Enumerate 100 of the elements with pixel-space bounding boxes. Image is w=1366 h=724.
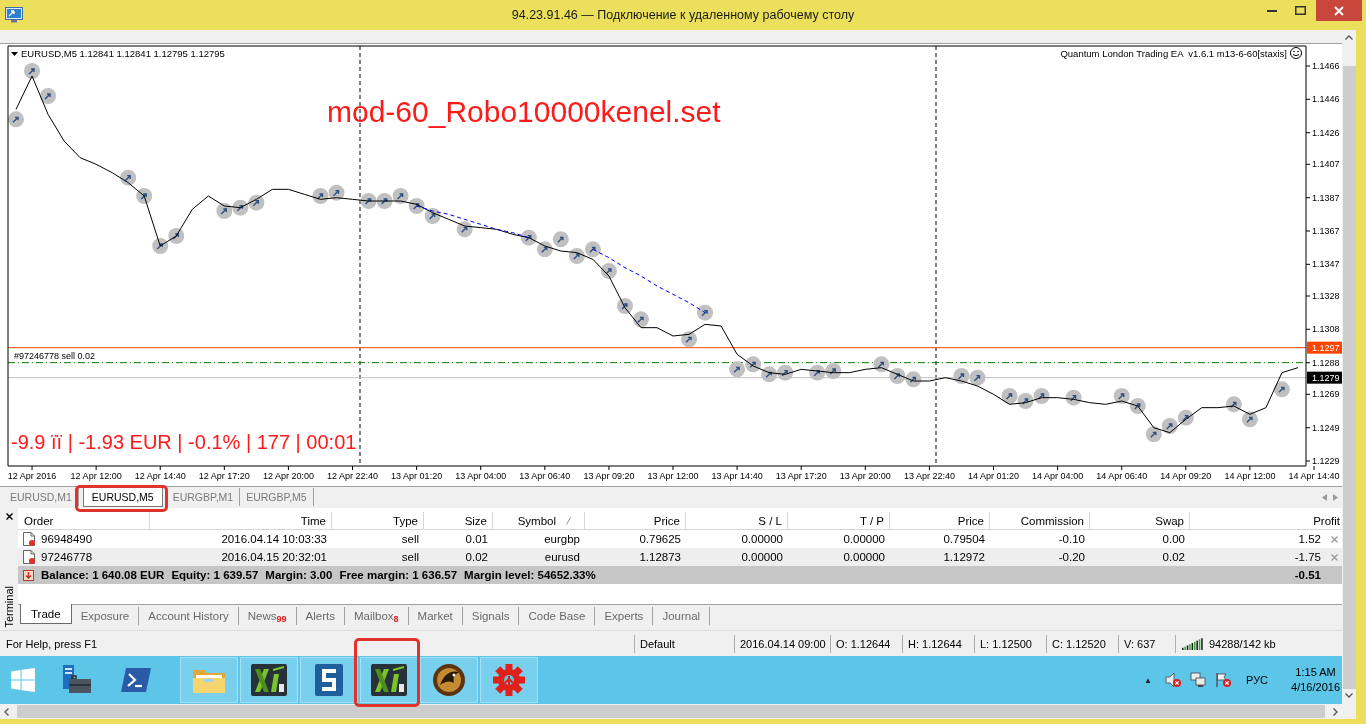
tab[interactable]: Trade [20, 604, 72, 624]
panel-title: Terminal [3, 586, 15, 628]
taskbar-button[interactable] [240, 657, 298, 703]
column-header[interactable]: Profit [1313, 514, 1340, 527]
close-icon[interactable] [5, 513, 13, 520]
trade-marker [520, 229, 537, 246]
scroll-up-icon[interactable] [1345, 35, 1353, 40]
status-text: 2016.04.14 09:00 [734, 634, 830, 653]
table-cell-text: sell [400, 533, 420, 545]
clock-time: 1:15 AM [1295, 665, 1336, 680]
price-label: 1.1407 [1312, 159, 1340, 170]
trade-marker [376, 193, 393, 209]
close-button[interactable] [1316, 0, 1362, 21]
trade-marker [1065, 389, 1082, 406]
column-header[interactable]: Price [653, 514, 680, 527]
time-label: 13 Apr 14:40 [711, 471, 763, 481]
gear-icon [492, 663, 526, 697]
tab[interactable]: Journal [653, 607, 711, 625]
trade-marker [729, 361, 746, 378]
remote-desktop-icon [5, 7, 23, 23]
dropdown-triangle-icon[interactable] [11, 52, 18, 56]
column-header[interactable]: Type [393, 514, 418, 527]
command-prompt-icon [121, 667, 151, 693]
tray-expand-button[interactable]: ▲ [1140, 675, 1157, 685]
table-cell: 96948490 [41, 533, 93, 545]
table-cell-text: 0.00000 [740, 533, 784, 545]
trade-marker [152, 238, 169, 254]
taskbar-button[interactable] [420, 657, 478, 703]
window-title: 94.23.91.46 — Подключение к удаленному рабочему столу [511, 8, 855, 22]
balance-icon [23, 569, 34, 581]
table-cell-text: -0.10 [1057, 533, 1086, 545]
table-cell-text: -0.51 [1293, 569, 1322, 581]
chart-tab[interactable]: EURGBP,M1 [166, 488, 241, 506]
round-emblem-icon [432, 663, 466, 697]
trade-marker [8, 111, 24, 128]
price-label: 1.1446 [1312, 94, 1340, 105]
price-label: 1.1288 [1312, 357, 1340, 368]
trade-marker [1001, 388, 1018, 404]
scroll-down-icon[interactable] [1345, 693, 1353, 698]
column-header[interactable]: Price [957, 514, 984, 527]
order-line-label: #97246778 sell 0.02 [14, 350, 96, 361]
time-label: 13 Apr 04:00 [455, 471, 507, 481]
flag-icon[interactable] [1215, 672, 1232, 688]
column-header[interactable]: Commission [1020, 514, 1084, 527]
server-toolbox-icon [60, 664, 92, 696]
time-label: 12 Apr 12:00 [70, 471, 122, 481]
trade-marker [248, 194, 265, 211]
trade-marker [633, 311, 649, 328]
time-label: 12 Apr 14:40 [134, 471, 186, 481]
trade-marker [552, 231, 569, 248]
status-text: H: 1.12644 [902, 634, 974, 653]
time-label: 12 Apr 22:40 [327, 471, 379, 481]
time-label: 12 Apr 2016 [7, 471, 57, 481]
summary-text: Margin: 3.00 [265, 569, 333, 581]
trade-marker [1225, 396, 1242, 413]
horizontal-scrollbar[interactable] [0, 704, 1342, 719]
taskbar-button[interactable] [300, 657, 358, 703]
trade-marker [953, 368, 970, 384]
chart-app-icon [251, 664, 287, 696]
tab[interactable]: Code Base [519, 607, 596, 625]
ref-line-label: 1.1297 [1312, 342, 1340, 353]
price-label: 1.1308 [1312, 324, 1340, 335]
speaker-muted-icon[interactable] [1165, 672, 1182, 688]
connection-bars-icon [1182, 637, 1204, 650]
table-cell-text: 1.12972 [942, 551, 986, 563]
tab[interactable]: Signals [462, 607, 520, 625]
summary-text: Balance: 1 640.08 EUR [41, 569, 165, 581]
trade-marker [777, 364, 794, 381]
column-header[interactable]: S / L [758, 514, 782, 527]
maximize-icon [1294, 6, 1306, 15]
column-header[interactable]: Time [300, 514, 326, 527]
scroll-right-icon[interactable] [1333, 707, 1338, 716]
tab[interactable]: Alerts [296, 607, 345, 625]
trade-marker [1017, 393, 1034, 409]
table-cell-text: 2016.04.15 20:32:01 [220, 551, 328, 563]
network-icon[interactable] [1190, 672, 1207, 688]
trade-marker [536, 241, 553, 258]
table-cell-text: 0.02 [1161, 551, 1186, 563]
column-header[interactable]: Swap [1155, 514, 1184, 527]
chart-tab[interactable]: EURGBP,M5 [240, 488, 314, 506]
trade-marker [1273, 381, 1290, 398]
trade-marker [1129, 398, 1146, 414]
time-label: 12 Apr 20:00 [262, 471, 314, 481]
language-indicator[interactable]: РУС [1246, 674, 1269, 686]
trade-marker [392, 188, 409, 204]
chart-tab[interactable]: EURUSD,M1 [4, 488, 79, 506]
column-header[interactable]: Size [464, 514, 487, 527]
trade-marker [809, 364, 826, 381]
tab[interactable]: Account History [139, 607, 239, 625]
column-header[interactable]: Order [24, 514, 54, 527]
scrollbar-thumb[interactable] [17, 705, 1325, 718]
tab[interactable]: Experts [595, 607, 654, 625]
column-header[interactable]: T / P [859, 514, 884, 527]
trade-marker [873, 356, 890, 373]
column-header[interactable]: Symbol [517, 514, 556, 527]
scroll-left-icon[interactable] [4, 707, 9, 716]
tab[interactable]: Exposure [71, 607, 140, 625]
tab[interactable]: Market [408, 607, 463, 625]
close-icon [1334, 5, 1344, 16]
time-label: 13 Apr 20:00 [839, 471, 891, 481]
